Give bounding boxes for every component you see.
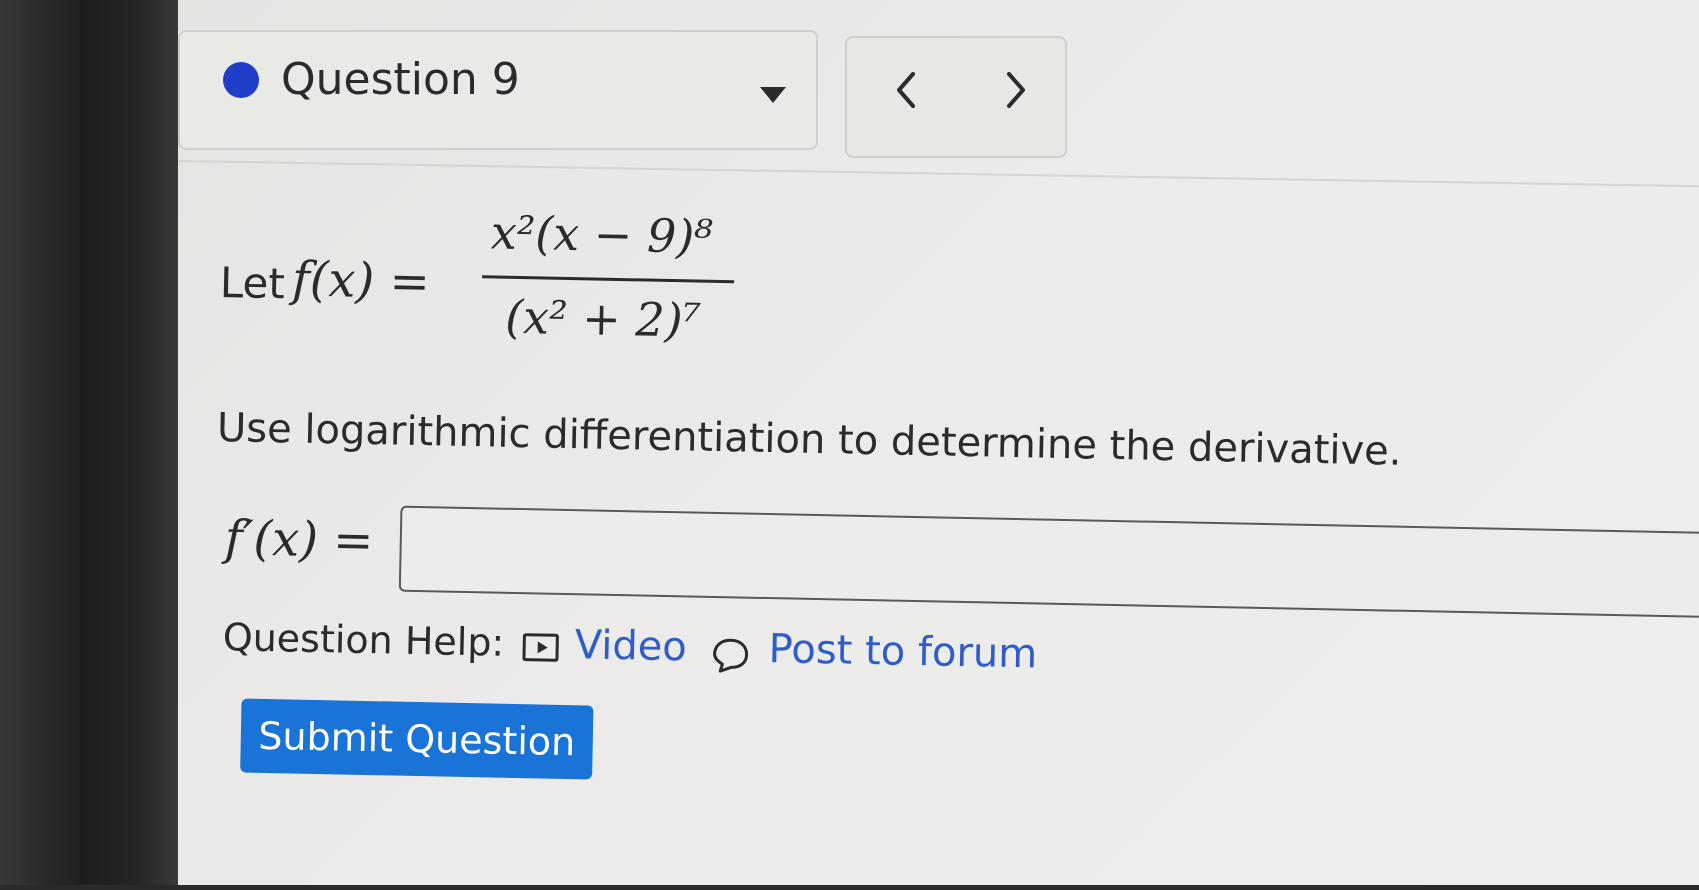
question-help-row: Question Help: Video Post to forum [222,615,1037,677]
question-help-label: Question Help: [222,615,505,665]
chevron-left-icon [897,72,915,108]
fraction-denominator: (x² + 2)⁷ [504,289,702,348]
screen-dark-margin [80,0,185,885]
fraction-bar [482,275,735,284]
question-selector-dropdown[interactable]: Question 9 [178,30,818,150]
caret-down-icon [760,87,786,103]
video-icon [522,633,559,662]
question-content: Let f(x) = x²(x − 9)⁸ (x² + 2)⁷ Use loga… [208,180,1699,889]
previous-question-button[interactable] [845,36,959,158]
question-selector-label: Question 9 [281,54,520,105]
function-lhs: f(x) = [291,251,431,311]
fraction-numerator: x²(x − 9)⁸ [490,205,714,264]
chevron-right-icon [1007,72,1025,108]
answer-input[interactable] [398,505,1699,619]
next-question-button[interactable] [955,36,1067,158]
screen: Question 9 Let f(x) = x²(x − 9)⁸ (x² + 2… [177,0,1699,885]
speech-bubble-icon [713,638,749,673]
question-status-dot [223,62,259,98]
video-help-link[interactable]: Video [522,621,687,671]
function-fraction: x²(x − 9)⁸ (x² + 2)⁷ [480,205,735,370]
instruction-text: Use logarithmic differentiation to deter… [216,404,1402,475]
derivative-lhs: f′(x) = [224,510,375,570]
let-label: Let [219,257,286,309]
submit-question-button[interactable]: Submit Question [240,698,594,780]
monitor-bezel [0,0,80,885]
video-link-label: Video [574,622,688,671]
forum-link-label: Post to forum [768,626,1038,678]
post-to-forum-link[interactable]: Post to forum [710,625,1038,677]
